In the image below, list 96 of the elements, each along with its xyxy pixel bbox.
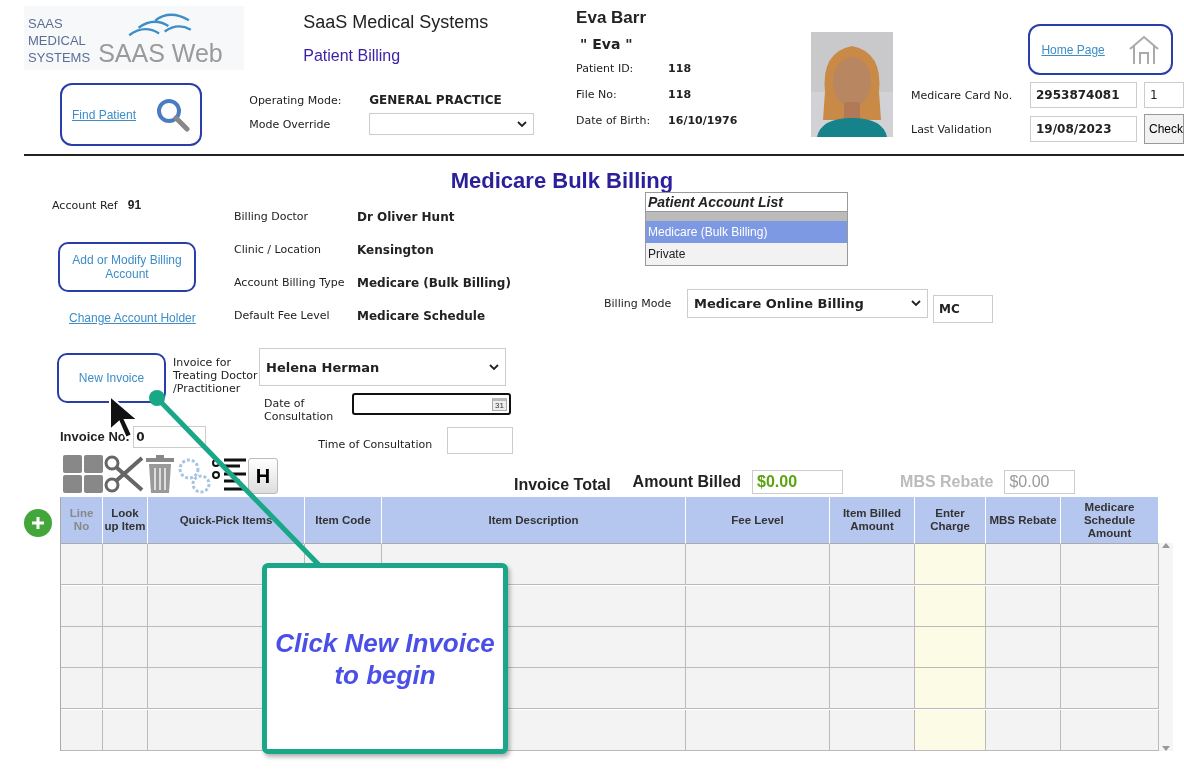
callout-text: Click New Invoice to begin [275, 626, 495, 691]
field-value: Medicare (Bulk Billing) [357, 276, 512, 290]
medicare-card-field: 2953874081 [1030, 82, 1137, 108]
field-value: GENERAL PRACTICE [369, 93, 503, 107]
field-label: Billing Mode [604, 296, 673, 310]
patient-nickname: " Eva " [580, 36, 634, 52]
add-line-button[interactable] [24, 509, 52, 537]
field-value: 91 [127, 198, 142, 212]
validation-date-field: 19/08/2023 [1030, 116, 1137, 142]
column-header: Item Code [305, 497, 382, 544]
table-cell [915, 627, 986, 668]
change-account-holder-link[interactable]: Change Account Holder [69, 311, 234, 325]
table-cell [61, 585, 103, 627]
find-patient-link[interactable]: Find Patient [72, 107, 137, 122]
account-list-title: Patient Account List [646, 193, 847, 212]
search-icon [156, 97, 190, 132]
field-label: Patient ID: [576, 62, 635, 75]
table-cell [61, 709, 103, 751]
home-page-button[interactable]: Home Page [1028, 24, 1173, 75]
column-header: Enter Charge [915, 497, 986, 544]
total-label: Amount Billed [632, 473, 742, 491]
chevron-icon [517, 120, 528, 128]
field-label: Account Ref [52, 198, 118, 212]
billing-code-field: MC [933, 295, 993, 323]
page-subtitle: Patient Billing [303, 47, 402, 65]
field-label: File No: [576, 88, 618, 101]
column-header: Item Description [382, 497, 686, 544]
total-label: MBS Rebate [900, 473, 994, 491]
logo-product-name: SAAS Web [98, 40, 223, 66]
table-cell [103, 668, 148, 710]
scroll-up-icon [1162, 543, 1170, 548]
modify-account-button[interactable]: Add or Modify Billing Account [58, 242, 196, 292]
trash-icon[interactable] [144, 454, 176, 494]
house-icon [1127, 34, 1160, 65]
table-cell [915, 585, 986, 627]
logo-text: MEDICAL [28, 32, 87, 49]
field-label: Date of Consultation [264, 397, 335, 423]
field-value: 118 [668, 88, 693, 101]
field-label: Operating Mode: [249, 93, 343, 107]
patient-name: Eva Barr [576, 8, 648, 28]
field-label: Medicare Card No. [911, 88, 1014, 102]
calendar-icon: 31 [492, 397, 507, 411]
chevron-icon [489, 363, 499, 371]
total-label: Invoice Total [514, 476, 611, 494]
page-title: Medicare Bulk Billing [449, 168, 675, 194]
column-header: Fee Level [686, 497, 830, 544]
plus-icon [31, 516, 45, 530]
consultation-date-field[interactable]: 31 [352, 393, 511, 415]
column-header: Line No [61, 497, 103, 544]
find-patient-button[interactable]: Find Patient [60, 83, 202, 146]
field-value: Kensington [357, 243, 435, 257]
logo-text: SAAS [28, 15, 64, 32]
home-page-link[interactable]: Home Page [1041, 42, 1105, 57]
check-button[interactable]: Check [1144, 114, 1184, 144]
field-label: Invoice No. [60, 429, 130, 444]
field-label: Default Fee Level [234, 309, 331, 323]
logo-text: SYSTEMS [28, 49, 91, 66]
table-cell [103, 627, 148, 668]
total-field: $0.00 [1004, 470, 1076, 494]
irn-field: 1 [1144, 82, 1184, 108]
consultation-time-field[interactable] [447, 427, 514, 454]
column-header: Medicare Schedule Amount [1061, 497, 1159, 544]
invoice-number-field: 0 [133, 425, 207, 448]
table-cell [915, 709, 986, 751]
column-header: Item Billed Amount [830, 497, 915, 544]
table-cell [103, 709, 148, 751]
account-list-item[interactable]: Medicare (Bulk Billing) [646, 221, 847, 243]
new-invoice-button[interactable]: New Invoice [57, 353, 166, 403]
table-cell [103, 585, 148, 627]
help-button[interactable]: H [248, 458, 278, 494]
field-value: Dr Oliver Hunt [357, 210, 456, 224]
table-cell [915, 668, 986, 710]
field-label: Time of Consultation [318, 438, 433, 451]
field-value: 16/10/1976 [668, 114, 739, 127]
field-label: Last Validation [911, 122, 993, 136]
chevron-icon [911, 299, 921, 307]
column-header: Look up Item [103, 497, 148, 544]
field-value: 118 [668, 62, 693, 75]
table-cell [61, 627, 103, 668]
total-field: $0.00 [752, 470, 844, 494]
field-label: Mode Override [249, 117, 332, 131]
field-label: Invoice for Treating Doctor /Practitioner [173, 356, 259, 397]
field-label: Clinic / Location [234, 243, 323, 257]
field-value: Medicare Schedule [357, 309, 487, 323]
scroll-down-icon [1162, 746, 1170, 751]
column-header: MBS Rebate [986, 497, 1061, 544]
field-label: Account Billing Type [234, 276, 346, 290]
grid-icon[interactable] [62, 454, 104, 494]
scissors-icon[interactable] [104, 454, 144, 494]
table-cell [61, 668, 103, 710]
field-label: Billing Doctor [234, 210, 310, 224]
app-title: SaaS Medical Systems [303, 12, 490, 33]
column-header: Quick-Pick Items [148, 497, 305, 544]
field-label: Date of Birth: [576, 114, 652, 127]
billing-mode-select[interactable]: Medicare Online Billing [687, 288, 928, 318]
practitioner-select[interactable]: Helena Herman [259, 348, 506, 386]
